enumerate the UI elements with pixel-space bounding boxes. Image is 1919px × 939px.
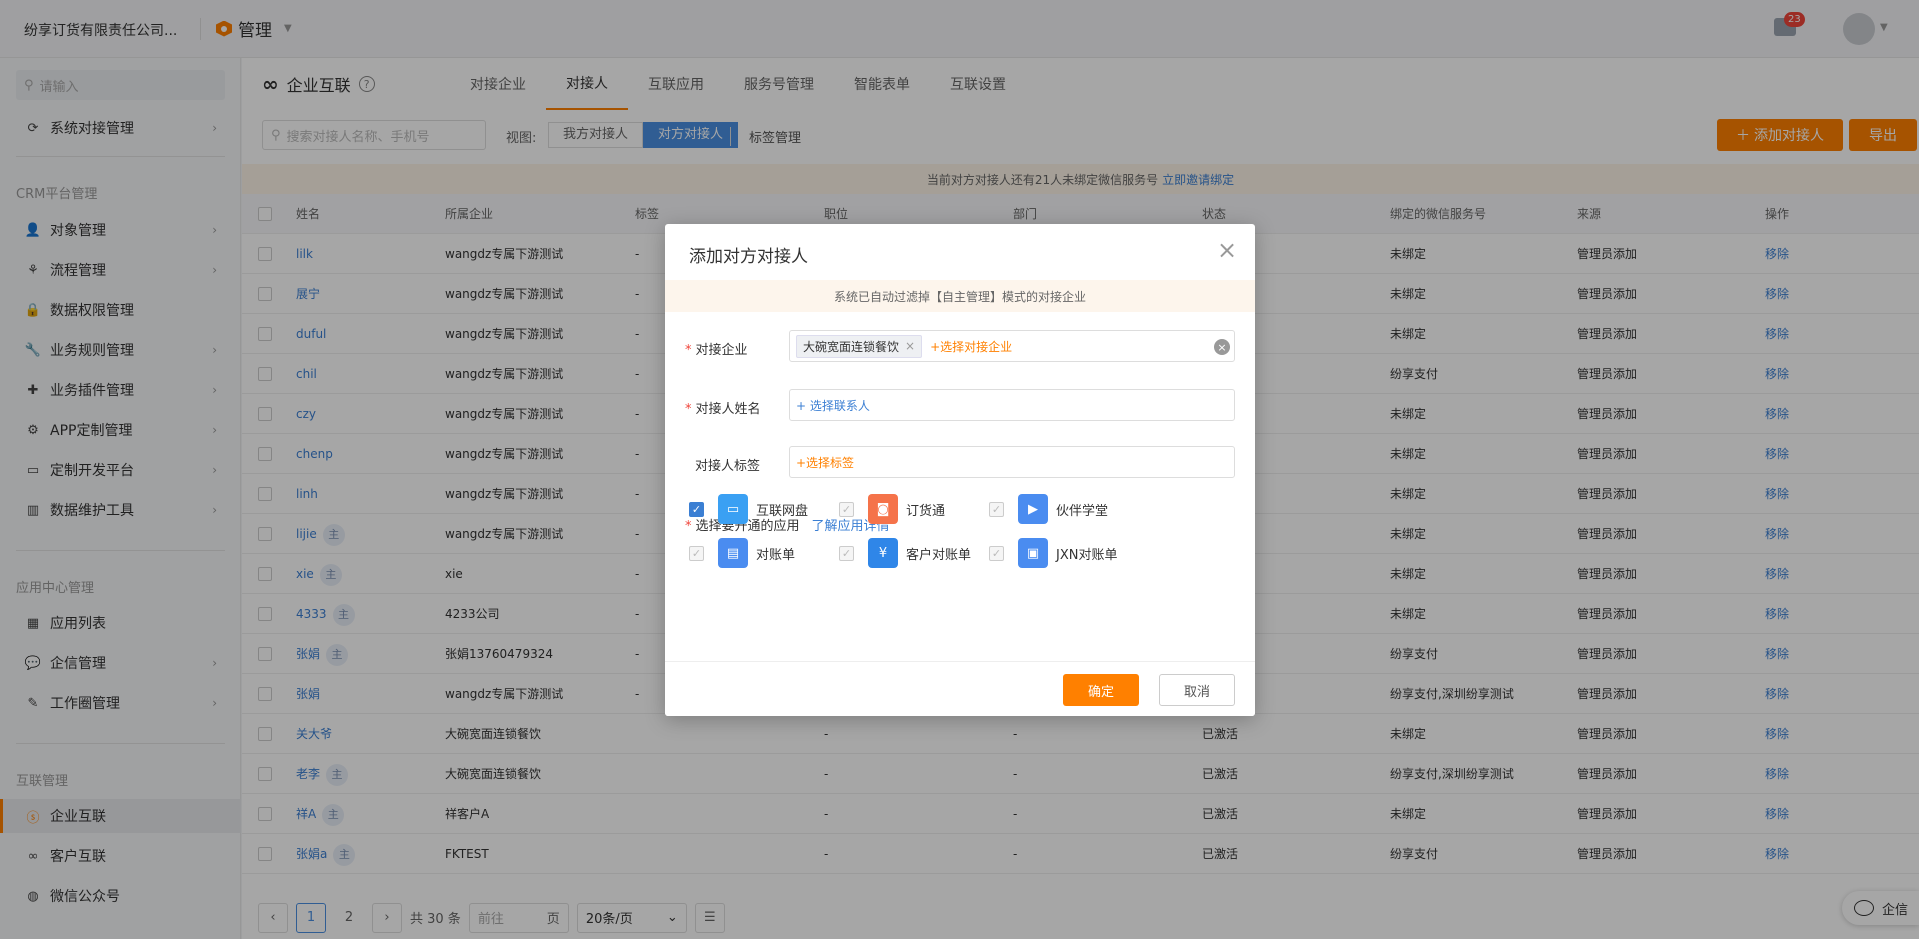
field-contact-tag: 对接人标签 +选择标签	[685, 446, 1235, 478]
customer-statement-icon: ¥	[868, 538, 898, 568]
field-tag-label: 对接人标签	[695, 459, 761, 474]
select-company-link[interactable]: +选择对接企业	[930, 338, 1012, 355]
dialog-tip: 系统已自动过滤掉【自主管理】模式的对接企业	[665, 280, 1255, 312]
statement-icon: ▤	[718, 538, 748, 568]
app-option[interactable]: ✓ ▭ 互联网盘	[689, 494, 808, 524]
cancel-button[interactable]: 取消	[1159, 674, 1235, 706]
app-option[interactable]: ✓ ◙ 订货通	[839, 494, 945, 524]
app-checkbox[interactable]: ✓	[839, 545, 854, 561]
app-name: 订货通	[906, 503, 946, 519]
app-option[interactable]: ✓ ¥ 客户对账单	[839, 538, 971, 568]
field-company: * 对接企业 大碗宽面连锁餐饮 × +选择对接企业 ×	[685, 330, 1235, 362]
dialog-footer: 确定 取消	[665, 661, 1255, 716]
app-name: 伙伴学堂	[1056, 503, 1109, 519]
field-name-label: * 对接人姓名	[685, 402, 761, 417]
company-chip-text: 大碗宽面连锁餐饮	[803, 339, 900, 354]
dialog-title: 添加对方对接人	[689, 247, 808, 267]
company-chip: 大碗宽面连锁餐饮 ×	[796, 334, 923, 358]
field-contact-name: * 对接人姓名 + 选择联系人	[685, 389, 1235, 421]
field-company-label: * 对接企业	[685, 343, 748, 358]
tag-select[interactable]: +选择标签	[789, 446, 1235, 478]
app-option[interactable]: ✓ ▤ 对账单	[689, 538, 795, 568]
app-name: 互联网盘	[756, 503, 809, 519]
app-checkbox[interactable]: ✓	[989, 545, 1004, 561]
app-checkbox[interactable]: ✓	[839, 501, 854, 517]
close-icon[interactable]: ×	[1217, 238, 1237, 262]
company-select[interactable]: 大碗宽面连锁餐饮 × +选择对接企业 ×	[789, 330, 1235, 362]
drive-icon: ▭	[718, 494, 748, 524]
select-contact-link[interactable]: + 选择联系人	[796, 397, 870, 414]
confirm-button[interactable]: 确定	[1063, 674, 1139, 706]
contact-select[interactable]: + 选择联系人	[789, 389, 1235, 421]
app-option[interactable]: ✓ ▶ 伙伴学堂	[989, 494, 1108, 524]
app-name: JXN对账单	[1056, 547, 1118, 563]
select-tag-link[interactable]: +选择标签	[796, 454, 854, 471]
order-icon: ◙	[868, 494, 898, 524]
jxn-statement-icon: ▣	[1018, 538, 1048, 568]
app-name: 对账单	[756, 547, 796, 563]
clear-icon[interactable]: ×	[1214, 339, 1230, 355]
app-option[interactable]: ✓ ▣ JXN对账单	[989, 538, 1117, 568]
app-checkbox[interactable]: ✓	[689, 545, 704, 561]
app-checkbox[interactable]: ✓	[689, 501, 704, 517]
chip-remove-icon[interactable]: ×	[905, 339, 915, 353]
add-contact-dialog: 添加对方对接人 × 系统已自动过滤掉【自主管理】模式的对接企业 * 对接企业 大碗…	[665, 224, 1255, 716]
app-name: 客户对账单	[906, 547, 972, 563]
school-icon: ▶	[1018, 494, 1048, 524]
app-checkbox[interactable]: ✓	[989, 501, 1004, 517]
